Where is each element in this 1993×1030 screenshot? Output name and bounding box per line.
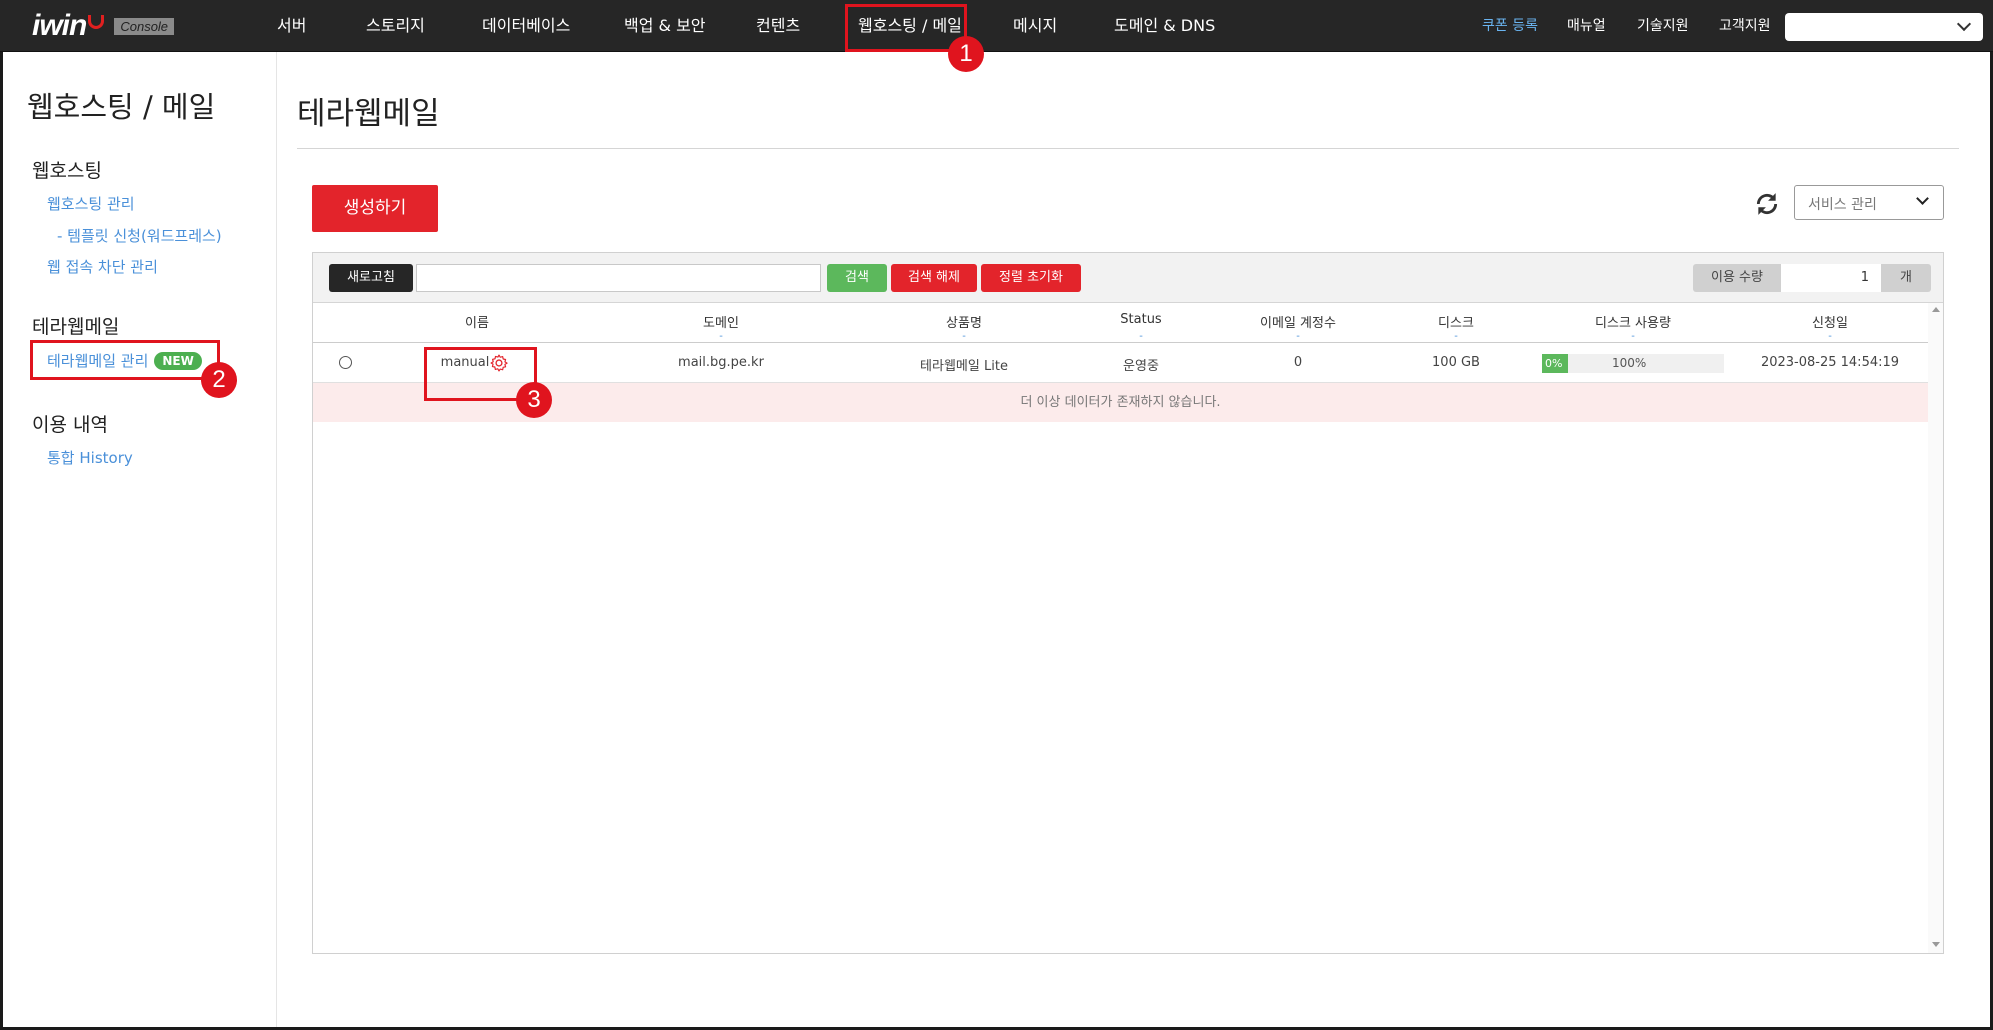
column-header-disk[interactable]: 디스크: [1438, 312, 1474, 331]
sidebar-section-webhosting: 웹호스팅: [32, 160, 102, 182]
no-more-data-message: 더 이상 데이터가 존재하지 않습니다.: [313, 383, 1928, 422]
service-manage-select[interactable]: 서비스 관리: [1794, 185, 1944, 220]
sidebar-section-terawebmail: 테라웹메일: [32, 316, 120, 338]
cell-status: 운영중: [1123, 359, 1159, 374]
chevron-down-icon: [1916, 192, 1929, 205]
create-button[interactable]: 생성하기: [312, 185, 438, 232]
sidebar-item-template-request[interactable]: - 템플릿 신청(워드프레스): [57, 225, 222, 246]
account-select[interactable]: [1785, 13, 1983, 41]
reset-sort-button[interactable]: 정렬 초기화: [981, 264, 1081, 292]
nav-item-database[interactable]: 데이터베이스: [482, 0, 570, 52]
column-header-email-accounts[interactable]: 이메일 계정수: [1260, 312, 1336, 331]
annotation-number-1: 1: [948, 36, 984, 72]
scroll-up-arrow-icon[interactable]: [1932, 307, 1940, 312]
column-filter-dash: -: [1828, 331, 1832, 342]
cell-email-accounts: 0: [1293, 355, 1303, 370]
sidebar-title: 웹호스팅 / 메일: [27, 90, 216, 124]
cell-product: 테라웹메일 Lite: [920, 359, 1008, 374]
usage-count-unit: 개: [1881, 264, 1931, 292]
sidebar-item-web-block-manage[interactable]: 웹 접속 차단 관리: [47, 256, 158, 277]
top-navigation: iwin Console 서버 스토리지 데이터베이스 백업 & 보안 컨텐츠 …: [0, 0, 1993, 52]
data-panel: 새로고침 검색 검색 해제 정렬 초기화 이용 수량 1 개 이름 도메인 상품…: [312, 252, 1944, 954]
column-header-product[interactable]: 상품명: [946, 312, 982, 331]
column-header-domain[interactable]: 도메인: [703, 312, 739, 331]
nav-customer-support[interactable]: 고객지원: [1719, 0, 1771, 52]
column-filter-dash: -: [1631, 331, 1635, 342]
nav-manual[interactable]: 매뉴얼: [1567, 0, 1606, 52]
logo-console-label: Console: [114, 17, 175, 35]
vertical-scrollbar[interactable]: [1928, 303, 1943, 953]
column-header-disk-usage[interactable]: 디스크 사용량: [1595, 312, 1671, 331]
disk-usage-bar: 0% 100%: [1542, 354, 1724, 373]
column-filter-dash: -: [1454, 331, 1458, 342]
nav-tech-support[interactable]: 기술지원: [1637, 0, 1689, 52]
logo-smile-icon: [88, 15, 105, 29]
table-header: 이름 도메인 상품명 Status 이메일 계정수 디스크 디스크 사용량 신청…: [313, 303, 1928, 343]
divider: [297, 148, 1959, 149]
annotation-number-2: 2: [201, 362, 237, 398]
disk-usage-fill: 0%: [1542, 354, 1568, 373]
sidebar-item-webhosting-manage[interactable]: 웹호스팅 관리: [47, 193, 135, 214]
annotation-box-2: [30, 340, 220, 380]
logo[interactable]: iwin Console: [32, 9, 175, 42]
chevron-down-icon: [1956, 16, 1972, 32]
scroll-down-arrow-icon[interactable]: [1932, 942, 1940, 947]
sidebar-item-history[interactable]: 통합 History: [47, 447, 133, 468]
usage-count-label: 이용 수량: [1693, 264, 1781, 292]
service-manage-select-value: 서비스 관리: [1808, 197, 1877, 213]
column-header-status[interactable]: Status: [1120, 312, 1161, 327]
nav-coupon-register[interactable]: 쿠폰 등록: [1482, 0, 1538, 52]
clear-search-button[interactable]: 검색 해제: [891, 264, 977, 292]
table-row[interactable]: manual mail.bg.pe.kr 테라웹메일 Lite 운영중 0 10…: [313, 344, 1928, 383]
search-button[interactable]: 검색: [827, 264, 887, 292]
disk-usage-total: 100%: [1612, 356, 1647, 370]
nav-item-contents[interactable]: 컨텐츠: [756, 0, 800, 52]
nav-item-message[interactable]: 메시지: [1013, 0, 1057, 52]
cell-disk: 100 GB: [1432, 355, 1480, 370]
column-header-request-date[interactable]: 신청일: [1812, 312, 1848, 331]
usage-count-value: 1: [1781, 264, 1881, 292]
column-header-name[interactable]: 이름: [465, 312, 489, 331]
refresh-button[interactable]: 새로고침: [329, 264, 413, 292]
nav-item-domain-dns[interactable]: 도메인 & DNS: [1114, 0, 1215, 52]
logo-text: iwin: [32, 9, 87, 42]
row-select-radio[interactable]: [339, 356, 352, 369]
nav-item-server[interactable]: 서버: [277, 0, 306, 52]
column-filter-dash: -: [962, 331, 966, 342]
column-filter-dash: -: [1139, 331, 1143, 342]
cell-domain: mail.bg.pe.kr: [678, 355, 764, 370]
refresh-icon[interactable]: [1754, 191, 1780, 217]
sidebar: 웹호스팅 / 메일 웹호스팅 웹호스팅 관리 - 템플릿 신청(워드프레스) 웹…: [3, 52, 277, 1027]
column-filter-dash: -: [1296, 331, 1300, 342]
page-title: 테라웹메일: [297, 96, 440, 132]
cell-request-date: 2023-08-25 14:54:19: [1760, 355, 1900, 370]
annotation-box-1: [845, 4, 967, 52]
search-input[interactable]: [416, 264, 821, 292]
table-toolbar: 새로고침 검색 검색 해제 정렬 초기화 이용 수량 1 개: [313, 253, 1943, 303]
nav-item-storage[interactable]: 스토리지: [366, 0, 425, 52]
annotation-number-3: 3: [516, 382, 552, 418]
column-filter-dash: -: [719, 331, 723, 342]
nav-item-backup-security[interactable]: 백업 & 보안: [624, 0, 706, 52]
sidebar-section-usage-history: 이용 내역: [32, 414, 108, 436]
